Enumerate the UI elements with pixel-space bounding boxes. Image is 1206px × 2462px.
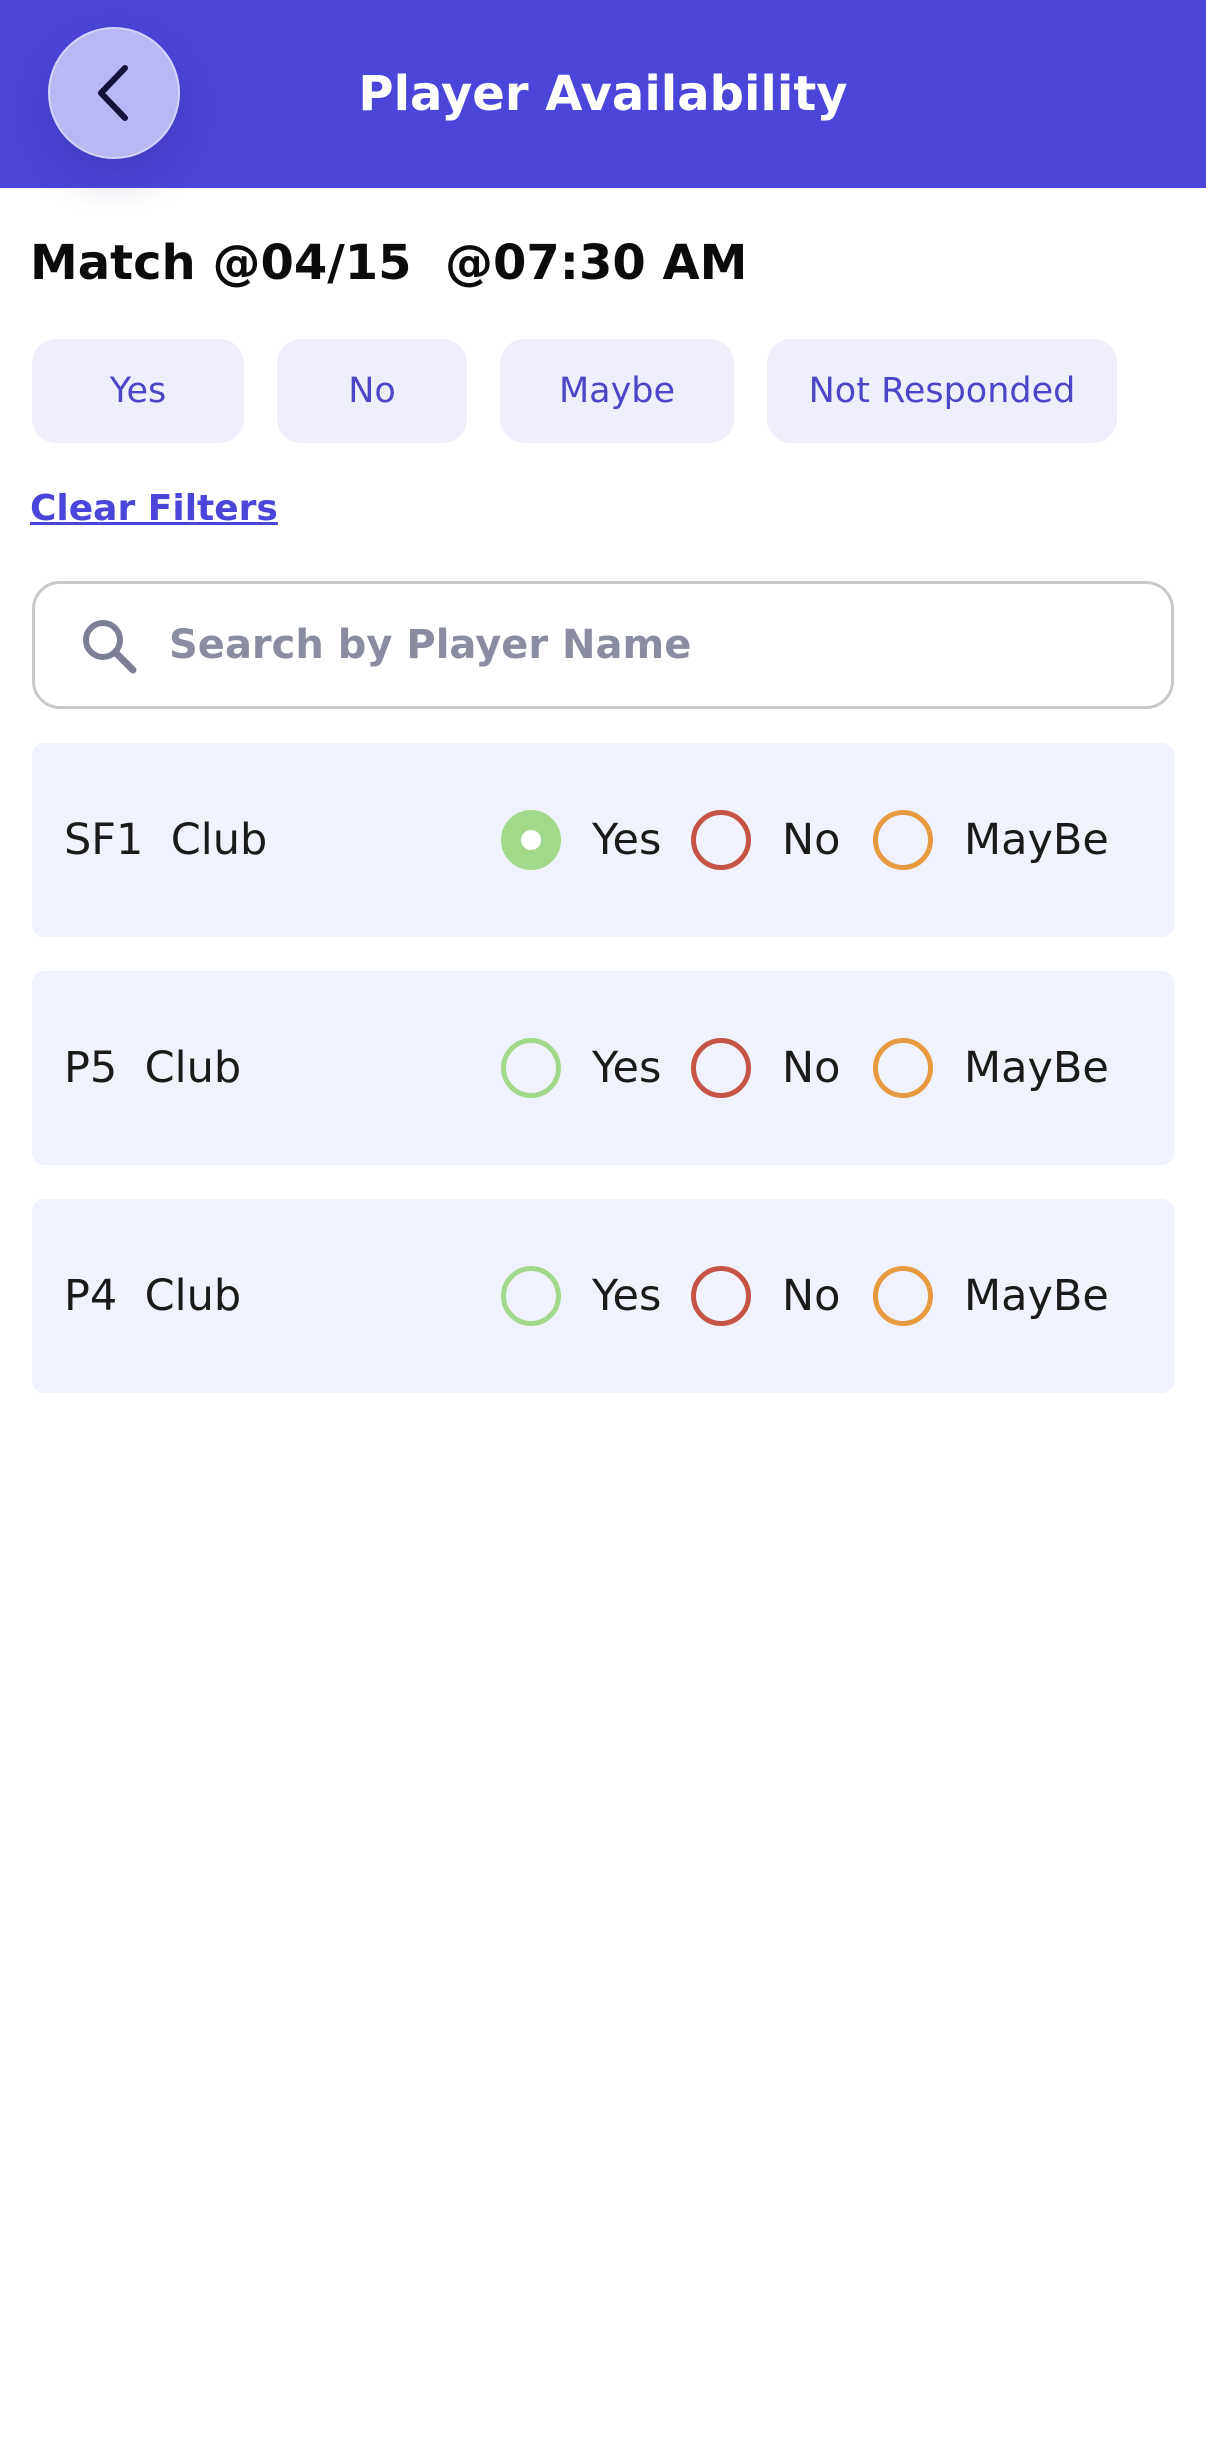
radio-yes[interactable] — [501, 1266, 561, 1326]
app-header: Player Availability — [0, 0, 1206, 188]
filter-yes-button[interactable]: Yes — [32, 339, 244, 443]
back-button[interactable] — [48, 27, 180, 159]
filter-maybe-button[interactable]: Maybe — [500, 339, 734, 443]
radio-no[interactable] — [691, 1038, 751, 1098]
radio-yes-label: Yes — [592, 1271, 662, 1321]
radio-yes-label: Yes — [592, 1043, 662, 1093]
search-input[interactable] — [169, 598, 1149, 692]
radio-no-label: No — [782, 1043, 841, 1093]
radio-maybe-label: MayBe — [964, 1043, 1109, 1093]
radio-no[interactable] — [691, 1266, 751, 1326]
search-icon — [83, 620, 137, 674]
player-name: SF1 Club — [64, 815, 268, 865]
filter-chips: Yes No Maybe Not Responded — [32, 339, 1117, 443]
radio-maybe[interactable] — [873, 1266, 933, 1326]
radio-maybe[interactable] — [873, 1038, 933, 1098]
radio-maybe-label: MayBe — [964, 1271, 1109, 1321]
clear-filters-link[interactable]: Clear Filters — [30, 488, 278, 529]
radio-no[interactable] — [691, 810, 751, 870]
player-row: P5 Club Yes No MayBe — [32, 971, 1174, 1165]
radio-yes[interactable] — [501, 810, 561, 870]
match-title: Match @04/15 @07:30 AM — [30, 235, 748, 291]
player-row: P4 Club Yes No MayBe — [32, 1199, 1174, 1393]
radio-maybe-label: MayBe — [964, 815, 1109, 865]
radio-no-label: No — [782, 815, 841, 865]
chevron-left-icon — [98, 65, 128, 121]
filter-not-responded-button[interactable]: Not Responded — [767, 339, 1117, 443]
player-name: P4 Club — [64, 1271, 242, 1321]
player-row: SF1 Club Yes No MayBe — [32, 743, 1174, 937]
page-title: Player Availability — [358, 66, 848, 122]
radio-maybe[interactable] — [873, 810, 933, 870]
search-box[interactable] — [32, 581, 1174, 709]
radio-yes-label: Yes — [592, 815, 662, 865]
player-name: P5 Club — [64, 1043, 242, 1093]
filter-no-button[interactable]: No — [277, 339, 467, 443]
radio-no-label: No — [782, 1271, 841, 1321]
radio-yes[interactable] — [501, 1038, 561, 1098]
